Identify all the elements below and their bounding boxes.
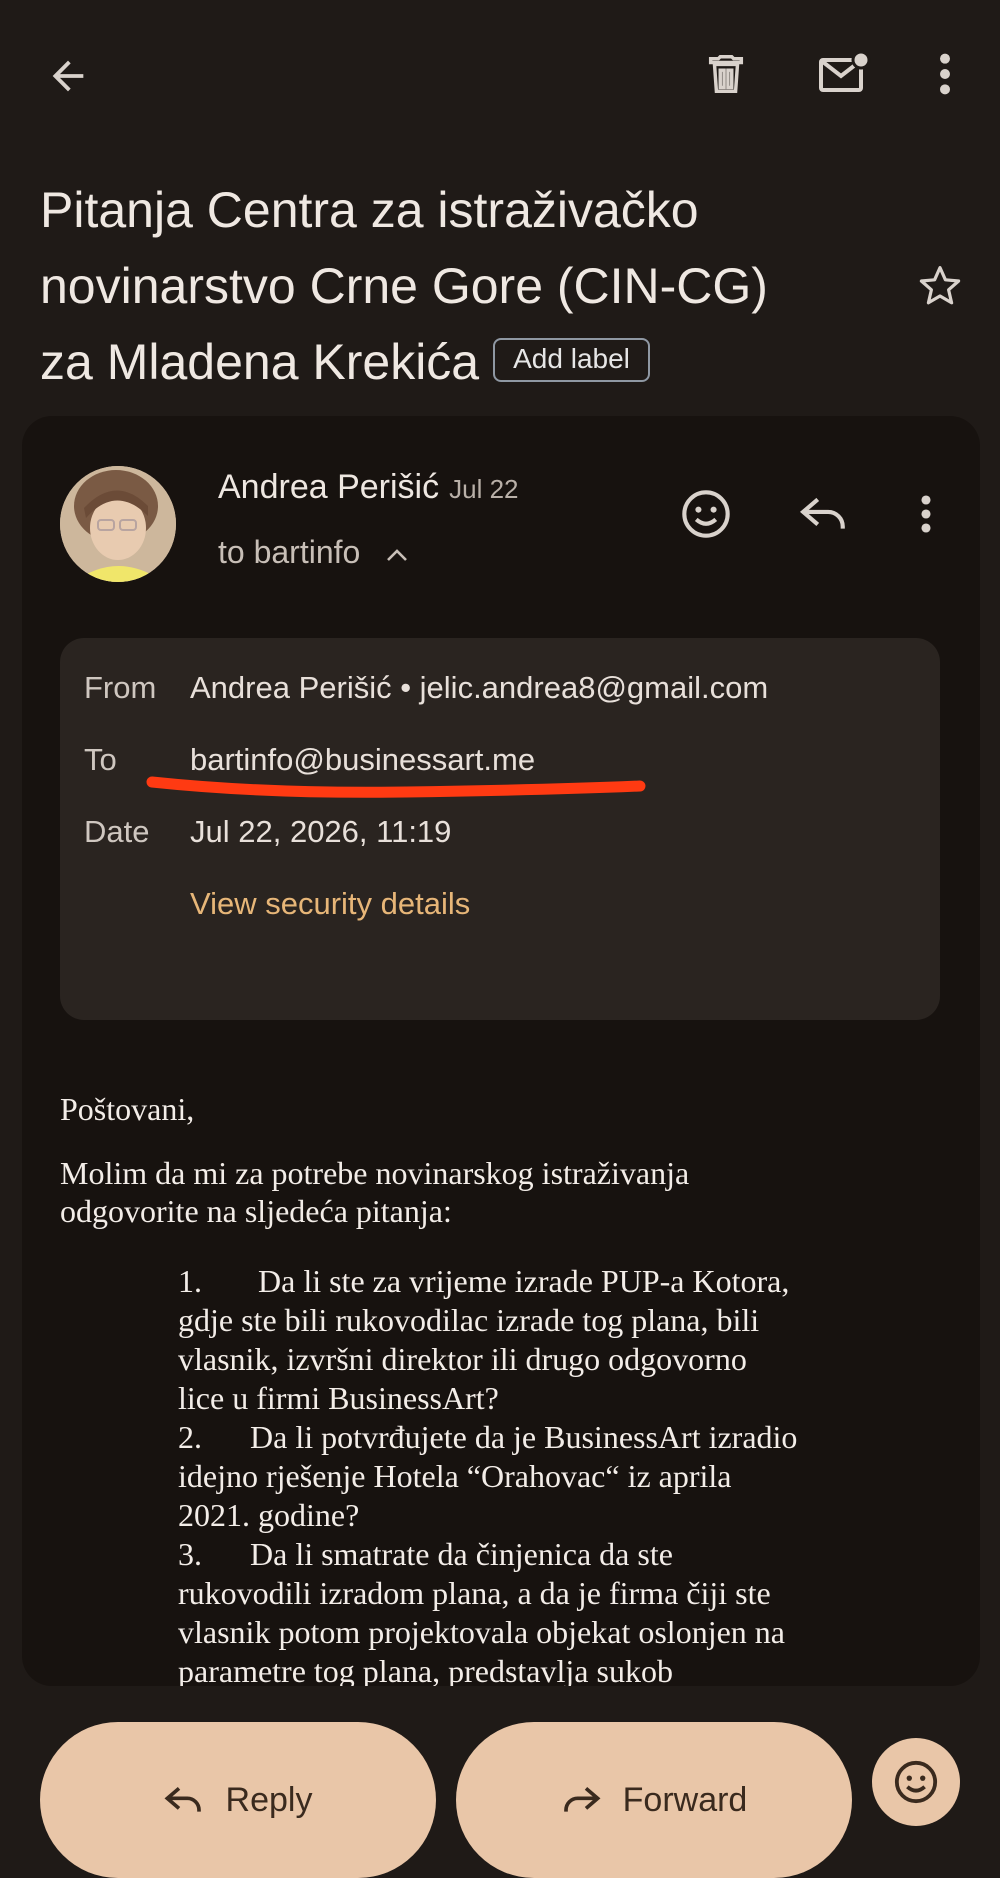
from-label: From (84, 670, 157, 705)
more-vert-icon (940, 53, 950, 95)
emoji-icon (682, 490, 730, 538)
message-more-button[interactable] (906, 484, 946, 544)
body-greeting: Poštovani, (60, 1091, 195, 1127)
question-text: vlasnik, izvršni direktor ili drugo odgo… (178, 1341, 747, 1377)
star-button[interactable] (910, 256, 970, 316)
react-emoji-button[interactable] (676, 484, 736, 544)
forward-label: Forward (622, 1780, 748, 1819)
subject-line-3: za Mladena Krekića (40, 334, 480, 390)
star-icon (919, 266, 961, 305)
email-subject: Pitanja Centra za istraživačko novinarst… (40, 172, 890, 400)
reply-icon (164, 1786, 201, 1812)
list-item: 3. Da li smatrate da činjenica da ste ru… (178, 1535, 968, 1691)
date-value: Jul 22, 2026, 11:19 (190, 814, 452, 849)
add-label-button[interactable]: Add label (493, 337, 650, 382)
reply-label: Reply (225, 1780, 313, 1819)
recipient-summary: to bartinfo (218, 534, 361, 570)
forward-icon (563, 1786, 601, 1812)
sender-header: Andrea Perišić Jul 22 (218, 468, 519, 507)
chevron-up-icon (387, 549, 408, 561)
forward-button[interactable]: Forward (456, 1722, 852, 1878)
reply-icon (799, 497, 845, 529)
mark-unread-icon (819, 50, 871, 92)
question-text: vlasnik potom projektovala objekat oslon… (178, 1614, 785, 1650)
mark-unread-button[interactable] (810, 42, 880, 106)
reply-icon-button[interactable] (794, 484, 854, 544)
reply-button[interactable]: Reply (40, 1722, 436, 1878)
emoji-react-button[interactable] (872, 1738, 960, 1826)
emoji-icon (894, 1760, 938, 1804)
avatar (60, 466, 176, 582)
view-security-details-link[interactable]: View security details (190, 886, 470, 922)
from-value[interactable]: Andrea Perišić • jelic.andrea8@gmail.com (190, 670, 768, 706)
to-label: To (84, 742, 117, 777)
date-label: Date (84, 814, 150, 849)
sender-name: Andrea Perišić (218, 468, 440, 506)
trash-icon (708, 55, 744, 93)
question-text: idejno rješenje Hotela “Orahovac“ iz apr… (178, 1458, 732, 1494)
message-date: Jul 22 (449, 474, 519, 504)
recipient-summary-toggle[interactable]: to bartinfo (218, 534, 409, 571)
question-text: lice u firmi BusinessArt? (178, 1380, 499, 1416)
more-options-button[interactable] (920, 42, 970, 106)
red-underline-annotation (146, 776, 646, 798)
question-text: gdje ste bili rukovodilac izrade tog pla… (178, 1302, 760, 1338)
question-text: 2. Da li potvrđujete da je BusinessArt i… (178, 1419, 798, 1455)
back-arrow-icon (52, 60, 84, 92)
question-text: 2021. godine? (178, 1497, 360, 1533)
question-text: 1. Da li ste za vrijeme izrade PUP-a Kot… (178, 1263, 790, 1299)
question-text: rukovodili izradom plana, a da je firma … (178, 1575, 771, 1611)
list-item: 1. Da li ste za vrijeme izrade PUP-a Kot… (178, 1262, 968, 1418)
back-button[interactable] (36, 44, 100, 108)
body-intro-line: odgovorite na sljedeća pitanja: (60, 1193, 452, 1229)
delete-button[interactable] (694, 42, 758, 106)
subject-line-2: novinarstvo Crne Gore (CIN-CG) (40, 258, 768, 314)
subject-line-1: Pitanja Centra za istraživačko (40, 182, 699, 238)
body-intro-line: Molim da mi za potrebe novinarskog istra… (60, 1155, 690, 1191)
question-list: 1. Da li ste za vrijeme izrade PUP-a Kot… (178, 1262, 968, 1691)
more-vert-icon (921, 495, 931, 533)
body-intro: Molim da mi za potrebe novinarskog istra… (60, 1154, 689, 1230)
list-item: 2. Da li potvrđujete da je BusinessArt i… (178, 1418, 968, 1535)
question-text: 3. Da li smatrate da činjenica da ste (178, 1536, 673, 1572)
